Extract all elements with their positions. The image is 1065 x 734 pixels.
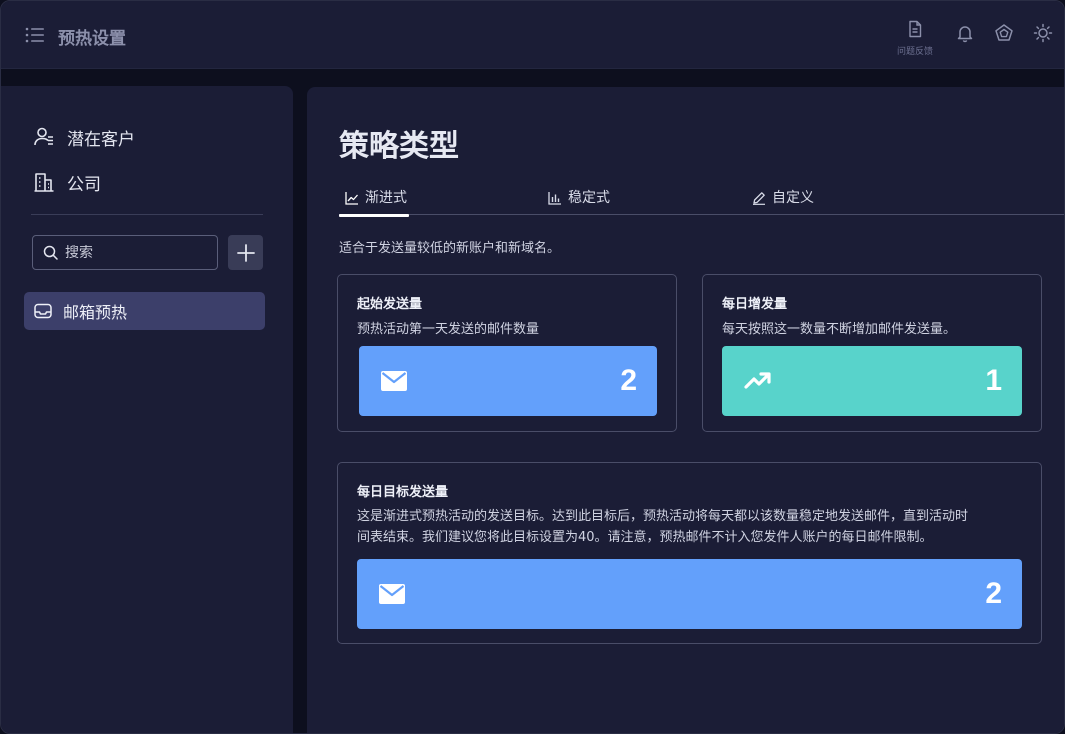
- feedback-label: 问题反馈: [896, 47, 933, 57]
- search-box[interactable]: [32, 235, 218, 270]
- search-input[interactable]: [65, 244, 195, 261]
- tab-custom[interactable]: 自定义: [752, 188, 814, 215]
- page-header-title: 预热设置: [58, 29, 126, 49]
- sun-icon[interactable]: [1033, 23, 1053, 43]
- strategy-tabs: 渐进式 稳定式 自定义: [339, 188, 1064, 217]
- tab-steady[interactable]: 稳定式: [548, 188, 610, 215]
- tab-label: 稳定式: [568, 190, 610, 206]
- app-window: 预热设置 问题反馈 潜在客户 公司 搜索 邮箱预热 策略类型 渐进式 稳定式 自…: [0, 0, 1065, 734]
- sidebar-item-company[interactable]: 公司: [33, 169, 101, 195]
- bar-chart-icon: [548, 192, 561, 205]
- card-description: 预热活动第一天发送的邮件数量: [357, 322, 540, 337]
- sidebar: 潜在客户 公司 邮箱预热: [1, 86, 293, 733]
- sidebar-item-label: 潜在客户: [67, 129, 135, 150]
- card-title: 每日增发量: [722, 297, 788, 312]
- sidebar-item-label: 公司: [67, 174, 101, 195]
- line-chart-icon: [345, 192, 358, 205]
- daily-increase-input[interactable]: 1: [722, 346, 1022, 416]
- document-icon: [909, 20, 922, 38]
- feedback-button[interactable]: 问题反馈: [894, 20, 936, 57]
- top-bar: 预热设置 问题反馈: [1, 1, 1064, 69]
- sidebar-item-leads[interactable]: 潜在客户: [33, 124, 135, 150]
- sidebar-item-label: 邮箱预热: [63, 303, 128, 322]
- tab-label: 渐进式: [365, 190, 407, 206]
- card-title: 每日目标发送量: [357, 485, 449, 500]
- leads-icon: [34, 127, 53, 146]
- add-button[interactable]: [228, 235, 263, 270]
- page-title: 策略类型: [339, 129, 459, 164]
- daily-increase-card: 每日增发量 每天按照这一数量不断增加邮件发送量。 1: [702, 274, 1042, 432]
- sidebar-divider: [31, 214, 263, 215]
- card-title: 起始发送量: [357, 297, 423, 312]
- daily-increase-value: 1: [985, 364, 1002, 397]
- start-volume-input[interactable]: 2: [359, 346, 657, 416]
- bell-icon[interactable]: [955, 23, 975, 43]
- menu-list-icon[interactable]: [25, 26, 45, 44]
- card-description: 每天按照这一数量不断增加邮件发送量。: [722, 322, 957, 337]
- trending-up-icon: [744, 372, 771, 389]
- daily-target-input[interactable]: 2: [357, 559, 1022, 629]
- daily-target-card: 每日目标发送量 这是渐进式预热活动的发送目标。达到此目标后，预热活动将每天都以该…: [337, 462, 1042, 644]
- card-description: 这是渐进式预热活动的发送目标。达到此目标后，预热活动将每天都以该数量稳定地发送邮…: [357, 506, 968, 548]
- tab-label: 自定义: [772, 190, 814, 206]
- inbox-icon: [34, 303, 52, 319]
- sidebar-item-mailbox-warmup[interactable]: 邮箱预热: [24, 292, 265, 330]
- main-panel: 策略类型 渐进式 稳定式 自定义 适合于发送量较低的新账户和新域名。 起始发送量…: [307, 87, 1064, 733]
- envelope-icon: [381, 371, 407, 391]
- card-description-line: 间表结束。我们建议您将此目标设置为40。请注意，预热邮件不计入您发件人账户的每日…: [357, 530, 933, 545]
- card-description-line: 这是渐进式预热活动的发送目标。达到此目标后，预热活动将每天都以该数量稳定地发送邮…: [357, 509, 969, 524]
- tab-progressive[interactable]: 渐进式: [339, 188, 409, 217]
- start-volume-card: 起始发送量 预热活动第一天发送的邮件数量 2: [337, 274, 677, 432]
- strategy-description: 适合于发送量较低的新账户和新域名。: [339, 241, 561, 256]
- daily-target-value: 2: [985, 577, 1002, 610]
- search-icon: [43, 245, 58, 260]
- envelope-icon: [379, 584, 405, 604]
- start-volume-value: 2: [620, 364, 637, 397]
- plus-icon: [236, 243, 255, 262]
- pencil-icon: [753, 192, 765, 205]
- building-icon: [34, 173, 54, 192]
- pentagon-settings-icon[interactable]: [994, 23, 1014, 43]
